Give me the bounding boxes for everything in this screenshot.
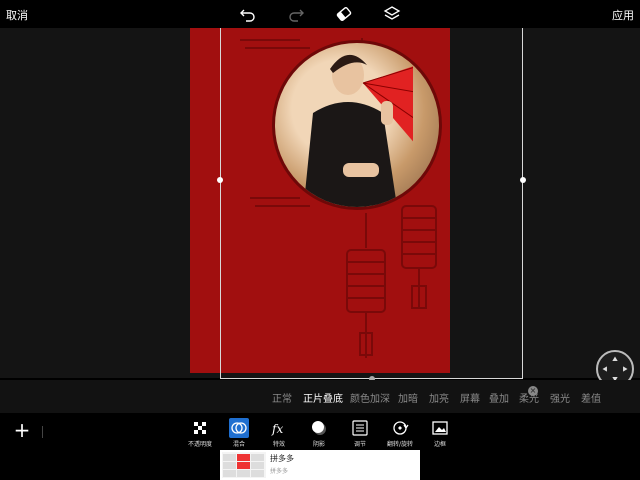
ad-title: 拼多多 (270, 454, 294, 463)
tool-fx-button[interactable]: fx 特效 (259, 418, 299, 450)
tool-label: 特效 (272, 441, 285, 448)
ad-subtitle: 拼多多 (270, 468, 289, 475)
apply-button[interactable]: 应用 (612, 7, 634, 23)
blend-mode-item[interactable]: 颜色加深 (350, 390, 390, 405)
blend-mode-item[interactable]: 强光 (550, 390, 570, 405)
shadow-icon (312, 421, 326, 435)
tool-label: 边框 (433, 441, 446, 448)
blend-icon (229, 418, 249, 438)
add-button[interactable]: + (12, 420, 32, 441)
ad-banner[interactable]: 拼多多 拼多多 (220, 450, 420, 480)
tool-label: 阴影 (312, 441, 325, 448)
eraser-icon[interactable] (334, 4, 354, 24)
bottom-toolbar: + 不透明度 混合 fx 特效 阴影 调节 翻转/旋转 边框 (0, 413, 640, 450)
flip-rotate-icon (393, 421, 409, 435)
fx-icon: fx (271, 422, 283, 436)
tool-label: 调节 (353, 441, 366, 448)
top-bar: 取消 应用 (0, 0, 640, 28)
tool-label: 不透明度 (187, 441, 212, 448)
layers-icon[interactable] (382, 4, 402, 24)
tool-label: 混合 (232, 441, 245, 448)
undo-icon[interactable] (238, 4, 258, 24)
blend-mode-item[interactable]: 差值 (581, 390, 601, 405)
resize-handle-left[interactable] (217, 177, 223, 183)
tool-opacity-button[interactable]: 不透明度 (180, 418, 220, 450)
svg-text:fx: fx (271, 422, 283, 436)
tool-label: 翻转/旋转 (386, 441, 414, 448)
border-icon (432, 421, 448, 435)
blend-mode-item[interactable]: 加暗 (398, 390, 418, 405)
divider (42, 426, 43, 438)
blend-mode-item[interactable]: 加亮 (429, 390, 449, 405)
blend-mode-item[interactable]: 正常 (272, 390, 292, 405)
tool-border-button[interactable]: 边框 (420, 418, 460, 450)
blend-mode-item[interactable]: 屏幕 (460, 390, 480, 405)
blend-mode-item[interactable]: 叠加 (489, 390, 509, 405)
tool-blend-button[interactable]: 混合 (219, 418, 259, 450)
redo-icon[interactable] (286, 4, 306, 24)
tool-shadow-button[interactable]: 阴影 (299, 418, 339, 450)
resize-handle-right[interactable] (520, 177, 526, 183)
opacity-icon (194, 422, 206, 434)
adjust-icon (352, 420, 368, 436)
close-icon[interactable]: × (528, 386, 538, 396)
layer-bounding-box[interactable] (220, 28, 523, 379)
cancel-button[interactable]: 取消 (6, 7, 28, 23)
blend-mode-item[interactable]: 正片叠底 (303, 390, 343, 405)
ad-thumbnail (222, 452, 266, 478)
tool-adjust-button[interactable]: 调节 (340, 418, 380, 450)
tool-flip-rotate-button[interactable]: 翻转/旋转 (380, 418, 420, 450)
